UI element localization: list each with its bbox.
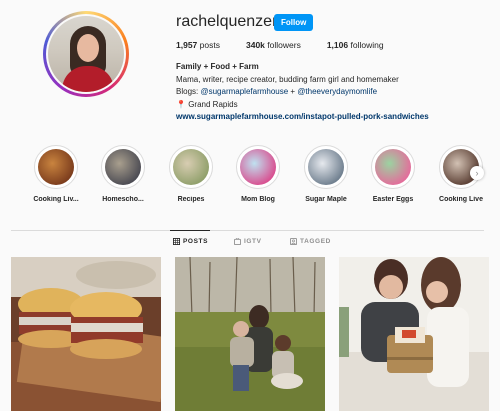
story-highlight[interactable]: Mom Blog <box>227 145 289 203</box>
highlight-ring <box>169 145 213 189</box>
highlight-label: Cooking Live <box>439 196 483 203</box>
bio-website-link[interactable]: www.sugarmaplefarmhouse.com/instapot-pul… <box>176 111 486 124</box>
highlight-cover-image <box>38 149 74 185</box>
story-highlight[interactable]: Easter Eggs <box>362 145 424 203</box>
story-highlight[interactable]: Cooking Liv... <box>25 145 87 203</box>
highlight-ring <box>371 145 415 189</box>
profile-avatar[interactable] <box>43 11 129 97</box>
posts-count: 1,957 <box>176 40 198 50</box>
location-pin-icon: 📍 <box>176 99 186 109</box>
following-count: 1,106 <box>326 40 349 50</box>
highlight-label: Sugar Maple <box>305 196 347 203</box>
tagged-icon <box>290 238 297 245</box>
profile-username: rachelquenzer <box>176 13 278 30</box>
bio-description: Mama, writer, recipe creator, budding fa… <box>176 74 399 84</box>
highlight-label: Homescho... <box>102 196 144 203</box>
story-highlight[interactable]: Recipes <box>160 145 222 203</box>
followers-stat[interactable]: 340k followers <box>246 40 301 50</box>
highlight-cover-image <box>105 149 141 185</box>
bio-location: 📍 Grand Rapids <box>176 99 486 112</box>
followers-label: followers <box>267 40 301 50</box>
tab-igtv-label: IGTV <box>244 238 262 245</box>
sandwich-photo <box>11 257 161 411</box>
active-tab-indicator <box>170 230 210 231</box>
tab-igtv[interactable]: IGTV <box>234 238 262 245</box>
avatar-frame <box>46 14 126 94</box>
bio-name: Family + Food + Farm <box>176 62 259 71</box>
story-highlight[interactable]: Homescho... <box>92 145 154 203</box>
post-thumbnail-sandwiches[interactable] <box>11 257 161 411</box>
bio-blogs-prefix: Blogs: <box>176 87 201 96</box>
highlight-ring <box>304 145 348 189</box>
highlight-cover-image <box>240 149 276 185</box>
highlight-ring <box>236 145 280 189</box>
highlight-cover-image <box>375 149 411 185</box>
profile-stats: 1,957 posts 340k followers 1,106 followi… <box>176 40 410 50</box>
posts-label: posts <box>199 40 220 50</box>
highlight-ring <box>101 145 145 189</box>
highlight-label: Cooking Liv... <box>33 196 79 203</box>
mention-link-2[interactable]: @theeverydaymomlife <box>297 87 377 96</box>
follow-button[interactable]: Follow <box>274 14 314 31</box>
mention-link-1[interactable]: @sugarmaplefarmhouse <box>200 87 288 96</box>
post-thumbnail-basket[interactable] <box>339 257 489 411</box>
avatar-photo <box>48 16 124 92</box>
followers-count: 340k <box>245 40 265 50</box>
highlight-ring <box>34 145 78 189</box>
following-label: following <box>350 40 384 50</box>
highlight-label: Easter Eggs <box>372 196 414 203</box>
bio-location-text: Grand Rapids <box>188 99 238 109</box>
bio-blogs: Blogs: @sugarmaplefarmhouse + @theeveryd… <box>176 86 486 99</box>
following-stat[interactable]: 1,106 following <box>327 40 384 50</box>
chevron-right-icon[interactable]: › <box>470 166 484 180</box>
tab-tagged[interactable]: TAGGED <box>290 238 331 245</box>
igtv-icon <box>234 238 241 245</box>
tab-posts-label: POSTS <box>183 238 209 245</box>
family-photo <box>175 257 325 411</box>
highlight-label: Recipes <box>177 196 205 203</box>
highlight-label: Mom Blog <box>241 196 275 203</box>
story-highlight[interactable]: Sugar Maple <box>295 145 357 203</box>
basket-photo <box>339 257 489 411</box>
highlight-cover-image <box>308 149 344 185</box>
tab-posts[interactable]: POSTS <box>173 238 208 245</box>
highlight-cover-image <box>173 149 209 185</box>
tab-tagged-label: TAGGED <box>300 238 331 245</box>
bio-plus: + <box>288 87 298 96</box>
tabs-divider <box>11 230 484 231</box>
profile-bio: Family + Food + Farm Mama, writer, recip… <box>176 61 486 124</box>
grid-icon <box>173 238 180 245</box>
post-thumbnail-family[interactable] <box>175 257 325 411</box>
posts-stat: 1,957 posts <box>176 40 220 50</box>
